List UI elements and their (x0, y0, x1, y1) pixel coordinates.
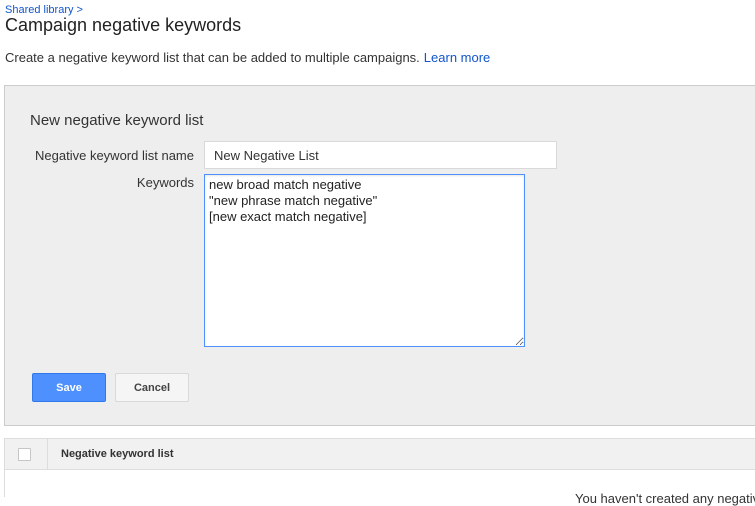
page-title: Campaign negative keywords (5, 15, 242, 35)
column-header-negative-keyword-list[interactable]: Negative keyword list (61, 448, 174, 460)
list-name-label: Negative keyword list name (35, 148, 194, 163)
keywords-label: Keywords (136, 175, 194, 190)
new-list-form-panel: New negative keyword list Negative keywo… (4, 85, 755, 426)
lists-table-header: Negative keyword list (4, 438, 755, 470)
page-description: Create a negative keyword list that can … (5, 50, 490, 65)
save-button[interactable]: Save (32, 373, 106, 402)
table-body-border (4, 470, 5, 497)
select-all-checkbox[interactable] (18, 448, 31, 461)
column-divider (47, 439, 48, 469)
empty-table-message: You haven't created any negativ (575, 491, 755, 506)
keywords-textarea[interactable]: new broad match negative "new phrase mat… (204, 174, 525, 347)
description-text: Create a negative keyword list that can … (5, 50, 420, 65)
cancel-button[interactable]: Cancel (115, 373, 189, 402)
list-name-input[interactable] (204, 141, 557, 169)
learn-more-link[interactable]: Learn more (424, 50, 490, 65)
form-heading: New negative keyword list (30, 112, 204, 129)
